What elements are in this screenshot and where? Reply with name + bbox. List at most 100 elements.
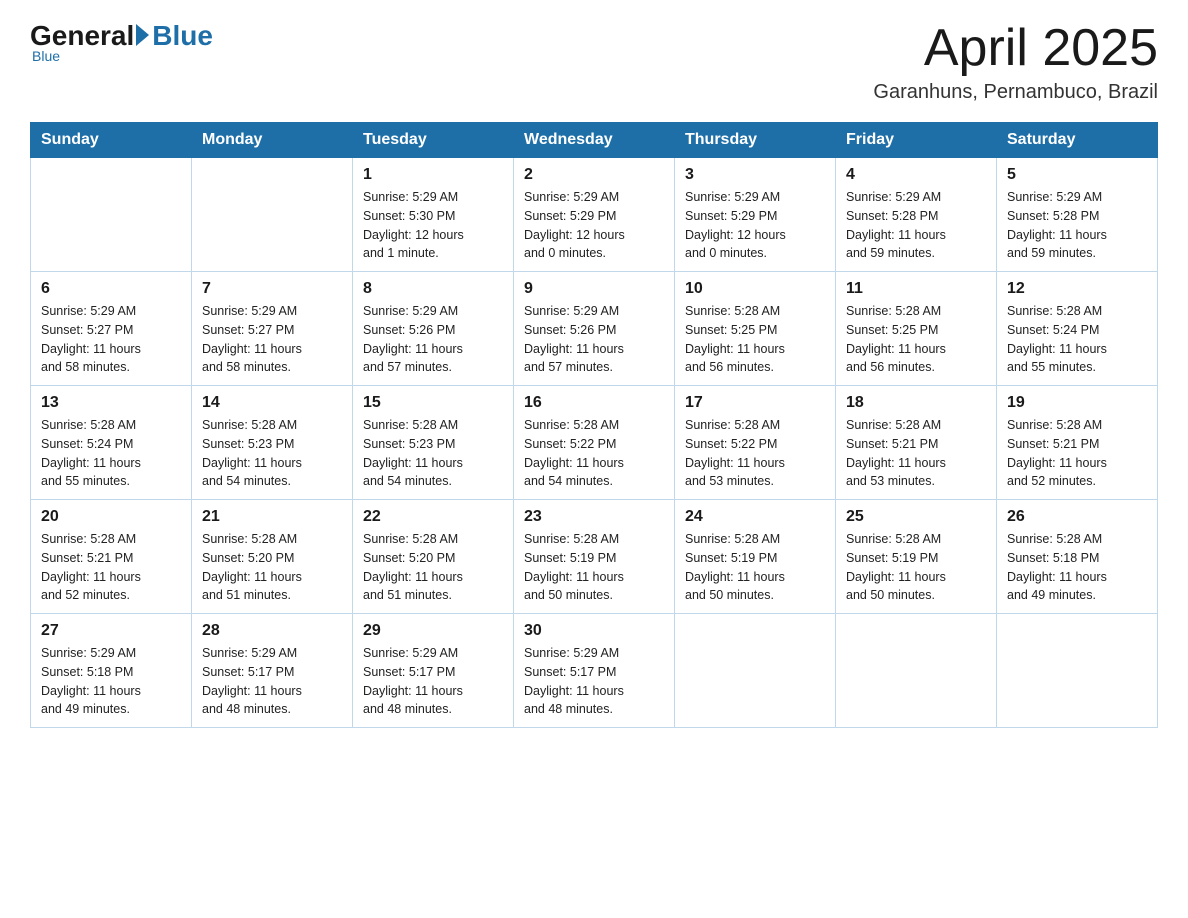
col-header-wednesday: Wednesday: [514, 123, 675, 158]
calendar-cell: 20 Sunrise: 5:28 AM Sunset: 5:21 PM Dayli…: [31, 500, 192, 614]
day-info: Sunrise: 5:28 AM Sunset: 5:22 PM Dayligh…: [685, 416, 825, 491]
calendar-cell: 5 Sunrise: 5:29 AM Sunset: 5:28 PM Daylig…: [997, 158, 1158, 272]
calendar-cell: 23Sunrise: 5:28 AM Sunset: 5:19 PM Dayli…: [514, 500, 675, 614]
day-info: Sunrise: 5:29 AM Sunset: 5:26 PM Dayligh…: [524, 302, 664, 377]
day-info: Sunrise: 5:29 AM Sunset: 5:27 PM Dayligh…: [202, 302, 342, 377]
col-header-tuesday: Tuesday: [353, 123, 514, 158]
day-info: Sunrise: 5:28 AM Sunset: 5:22 PM Dayligh…: [524, 416, 664, 491]
calendar-cell: 17 Sunrise: 5:28 AM Sunset: 5:22 PM Dayli…: [675, 386, 836, 500]
day-info: Sunrise: 5:29 AM Sunset: 5:27 PM Dayligh…: [41, 302, 181, 377]
logo-subtext: Blue: [30, 48, 60, 64]
calendar-cell: 7 Sunrise: 5:29 AM Sunset: 5:27 PM Daylig…: [192, 272, 353, 386]
day-number: 4: [846, 166, 986, 184]
calendar-cell: 27 Sunrise: 5:29 AM Sunset: 5:18 PM Dayli…: [31, 614, 192, 728]
col-header-sunday: Sunday: [31, 123, 192, 158]
day-number: 18: [846, 394, 986, 412]
col-header-monday: Monday: [192, 123, 353, 158]
day-number: 23: [524, 508, 664, 526]
calendar-cell: 9 Sunrise: 5:29 AM Sunset: 5:26 PM Daylig…: [514, 272, 675, 386]
day-info: Sunrise: 5:29 AM Sunset: 5:29 PM Dayligh…: [524, 188, 664, 263]
calendar-cell: 4Sunrise: 5:29 AM Sunset: 5:28 PM Daylig…: [836, 158, 997, 272]
day-info: Sunrise: 5:28 AM Sunset: 5:21 PM Dayligh…: [1007, 416, 1147, 491]
day-info: Sunrise: 5:28 AM Sunset: 5:21 PM Dayligh…: [41, 530, 181, 605]
day-number: 28: [202, 622, 342, 640]
day-info: Sunrise: 5:29 AM Sunset: 5:18 PM Dayligh…: [41, 644, 181, 719]
calendar-cell: [997, 614, 1158, 728]
day-info: Sunrise: 5:28 AM Sunset: 5:20 PM Dayligh…: [363, 530, 503, 605]
day-number: 8: [363, 280, 503, 298]
day-number: 1: [363, 166, 503, 184]
day-info: Sunrise: 5:28 AM Sunset: 5:20 PM Dayligh…: [202, 530, 342, 605]
day-number: 11: [846, 280, 986, 298]
logo: General Blue Blue: [30, 20, 213, 64]
calendar-header-row: SundayMondayTuesdayWednesdayThursdayFrid…: [31, 123, 1158, 158]
calendar-cell: 2Sunrise: 5:29 AM Sunset: 5:29 PM Daylig…: [514, 158, 675, 272]
day-info: Sunrise: 5:28 AM Sunset: 5:21 PM Dayligh…: [846, 416, 986, 491]
calendar-table: SundayMondayTuesdayWednesdayThursdayFrid…: [30, 122, 1158, 728]
day-number: 6: [41, 280, 181, 298]
calendar-cell: [675, 614, 836, 728]
calendar-cell: 28Sunrise: 5:29 AM Sunset: 5:17 PM Dayli…: [192, 614, 353, 728]
day-number: 29: [363, 622, 503, 640]
col-header-thursday: Thursday: [675, 123, 836, 158]
day-number: 27: [41, 622, 181, 640]
day-number: 13: [41, 394, 181, 412]
calendar-cell: 24 Sunrise: 5:28 AM Sunset: 5:19 PM Dayli…: [675, 500, 836, 614]
logo-blue-text: Blue: [152, 20, 213, 52]
location-title: Garanhuns, Pernambuco, Brazil: [873, 81, 1158, 104]
col-header-saturday: Saturday: [997, 123, 1158, 158]
calendar-week-row: 6 Sunrise: 5:29 AM Sunset: 5:27 PM Daylig…: [31, 272, 1158, 386]
day-info: Sunrise: 5:29 AM Sunset: 5:17 PM Dayligh…: [363, 644, 503, 719]
month-title: April 2025: [873, 20, 1158, 77]
title-section: April 2025 Garanhuns, Pernambuco, Brazil: [873, 20, 1158, 104]
calendar-cell: 22Sunrise: 5:28 AM Sunset: 5:20 PM Dayli…: [353, 500, 514, 614]
day-number: 10: [685, 280, 825, 298]
day-number: 7: [202, 280, 342, 298]
page-header: General Blue Blue April 2025 Garanhuns, …: [30, 20, 1158, 104]
day-info: Sunrise: 5:29 AM Sunset: 5:28 PM Dayligh…: [1007, 188, 1147, 263]
day-info: Sunrise: 5:29 AM Sunset: 5:26 PM Dayligh…: [363, 302, 503, 377]
day-info: Sunrise: 5:28 AM Sunset: 5:18 PM Dayligh…: [1007, 530, 1147, 605]
calendar-cell: 10 Sunrise: 5:28 AM Sunset: 5:25 PM Dayli…: [675, 272, 836, 386]
day-info: Sunrise: 5:28 AM Sunset: 5:23 PM Dayligh…: [202, 416, 342, 491]
calendar-cell: 19Sunrise: 5:28 AM Sunset: 5:21 PM Dayli…: [997, 386, 1158, 500]
day-info: Sunrise: 5:29 AM Sunset: 5:29 PM Dayligh…: [685, 188, 825, 263]
calendar-cell: 25 Sunrise: 5:28 AM Sunset: 5:19 PM Dayli…: [836, 500, 997, 614]
day-number: 25: [846, 508, 986, 526]
calendar-cell: 26 Sunrise: 5:28 AM Sunset: 5:18 PM Dayli…: [997, 500, 1158, 614]
col-header-friday: Friday: [836, 123, 997, 158]
day-number: 5: [1007, 166, 1147, 184]
day-info: Sunrise: 5:28 AM Sunset: 5:19 PM Dayligh…: [685, 530, 825, 605]
calendar-cell: [192, 158, 353, 272]
day-number: 17: [685, 394, 825, 412]
calendar-cell: 29 Sunrise: 5:29 AM Sunset: 5:17 PM Dayli…: [353, 614, 514, 728]
day-number: 20: [41, 508, 181, 526]
day-info: Sunrise: 5:28 AM Sunset: 5:19 PM Dayligh…: [846, 530, 986, 605]
day-info: Sunrise: 5:28 AM Sunset: 5:25 PM Dayligh…: [846, 302, 986, 377]
day-number: 26: [1007, 508, 1147, 526]
day-number: 15: [363, 394, 503, 412]
day-number: 30: [524, 622, 664, 640]
calendar-cell: 3 Sunrise: 5:29 AM Sunset: 5:29 PM Daylig…: [675, 158, 836, 272]
day-number: 12: [1007, 280, 1147, 298]
calendar-cell: 18 Sunrise: 5:28 AM Sunset: 5:21 PM Dayli…: [836, 386, 997, 500]
calendar-week-row: 13 Sunrise: 5:28 AM Sunset: 5:24 PM Dayli…: [31, 386, 1158, 500]
day-number: 21: [202, 508, 342, 526]
calendar-cell: 21 Sunrise: 5:28 AM Sunset: 5:20 PM Dayli…: [192, 500, 353, 614]
day-info: Sunrise: 5:28 AM Sunset: 5:24 PM Dayligh…: [1007, 302, 1147, 377]
day-info: Sunrise: 5:28 AM Sunset: 5:25 PM Dayligh…: [685, 302, 825, 377]
calendar-cell: 15 Sunrise: 5:28 AM Sunset: 5:23 PM Dayli…: [353, 386, 514, 500]
calendar-cell: 14Sunrise: 5:28 AM Sunset: 5:23 PM Dayli…: [192, 386, 353, 500]
calendar-cell: 11 Sunrise: 5:28 AM Sunset: 5:25 PM Dayli…: [836, 272, 997, 386]
day-number: 9: [524, 280, 664, 298]
day-info: Sunrise: 5:28 AM Sunset: 5:23 PM Dayligh…: [363, 416, 503, 491]
logo-triangle-icon: [136, 24, 149, 46]
day-number: 24: [685, 508, 825, 526]
calendar-cell: 6 Sunrise: 5:29 AM Sunset: 5:27 PM Daylig…: [31, 272, 192, 386]
day-info: Sunrise: 5:29 AM Sunset: 5:17 PM Dayligh…: [524, 644, 664, 719]
calendar-cell: 13 Sunrise: 5:28 AM Sunset: 5:24 PM Dayli…: [31, 386, 192, 500]
day-info: Sunrise: 5:29 AM Sunset: 5:30 PM Dayligh…: [363, 188, 503, 263]
day-number: 3: [685, 166, 825, 184]
day-number: 16: [524, 394, 664, 412]
day-info: Sunrise: 5:28 AM Sunset: 5:24 PM Dayligh…: [41, 416, 181, 491]
